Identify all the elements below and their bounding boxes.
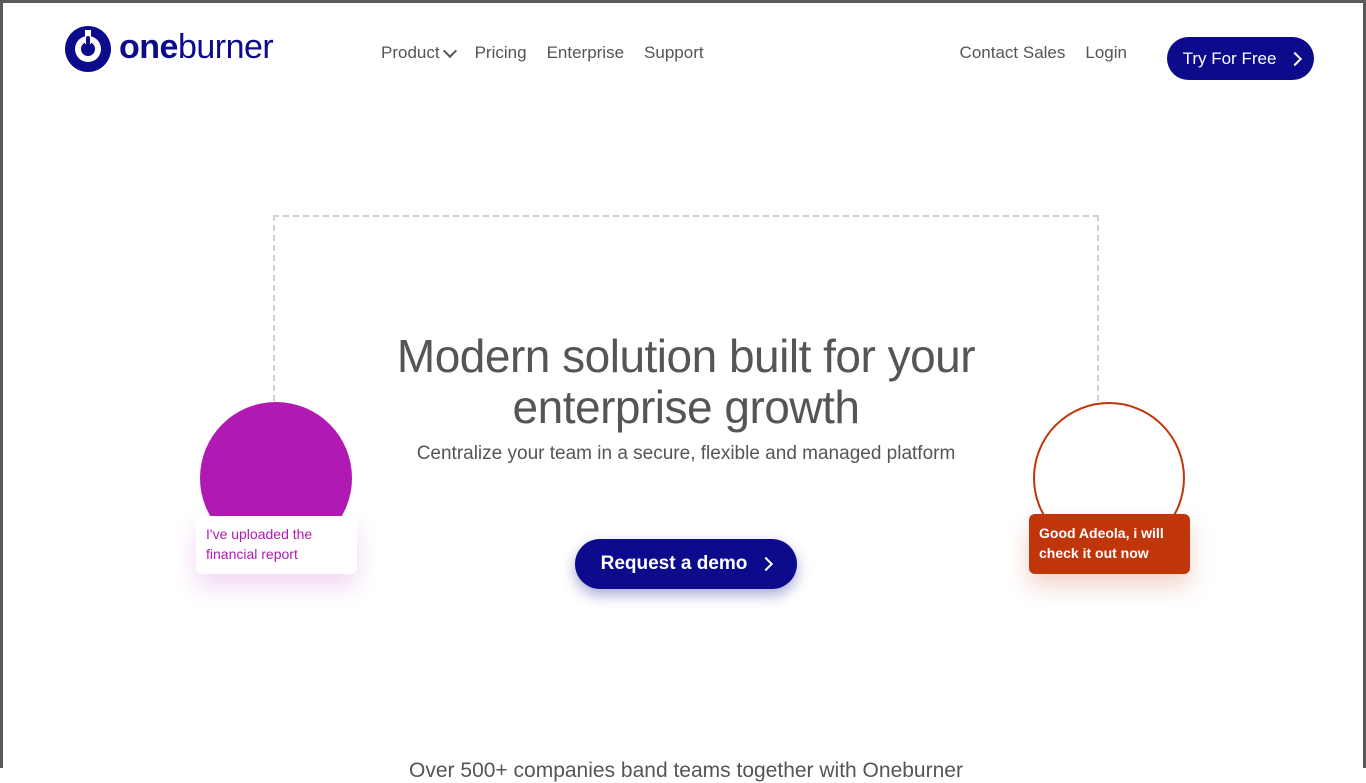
page: oneburner Product Pricing Enterprise Sup… [3,3,1366,782]
hero-title: Modern solution built for your enterpris… [396,330,976,433]
chevron-down-icon [442,43,457,58]
chat-message-left: I've uploaded the financial report [206,526,313,562]
oneburner-logo-icon [65,26,111,72]
try-for-free-button[interactable]: Try For Free [1167,37,1314,80]
chevron-right-icon [759,556,774,572]
chat-card-right: Good Adeola, i will check it out now [1029,514,1190,574]
request-demo-button[interactable]: Request a demo [575,539,797,589]
nav-pricing[interactable]: Pricing [475,43,527,63]
nav-support[interactable]: Support [644,43,704,63]
logo-wordmark: oneburner [119,28,274,66]
nav-contact-sales[interactable]: Contact Sales [960,43,1066,63]
companies-heading: Over 500+ companies band teams together … [409,759,963,782]
logo[interactable]: oneburner [65,25,274,73]
nav-product[interactable]: Product [381,43,457,63]
hero-subtitle: Centralize your team in a secure, flexib… [416,443,956,464]
primary-nav: Product Pricing Enterprise Support [381,43,724,63]
chevron-right-icon [1288,51,1303,66]
chat-card-left: I've uploaded the financial report [196,516,357,574]
request-demo-label: Request a demo [600,553,748,574]
try-for-free-label: Try For Free [1182,48,1277,68]
nav-enterprise[interactable]: Enterprise [547,43,624,63]
secondary-nav: Contact Sales Login [940,43,1127,63]
logo-wordmark-regular: burner [177,28,274,66]
nav-login[interactable]: Login [1085,43,1127,63]
nav-product-label: Product [381,43,440,62]
chat-message-right: Good Adeola, i will check it out now [1039,525,1164,561]
logo-wordmark-bold: one [119,28,178,66]
